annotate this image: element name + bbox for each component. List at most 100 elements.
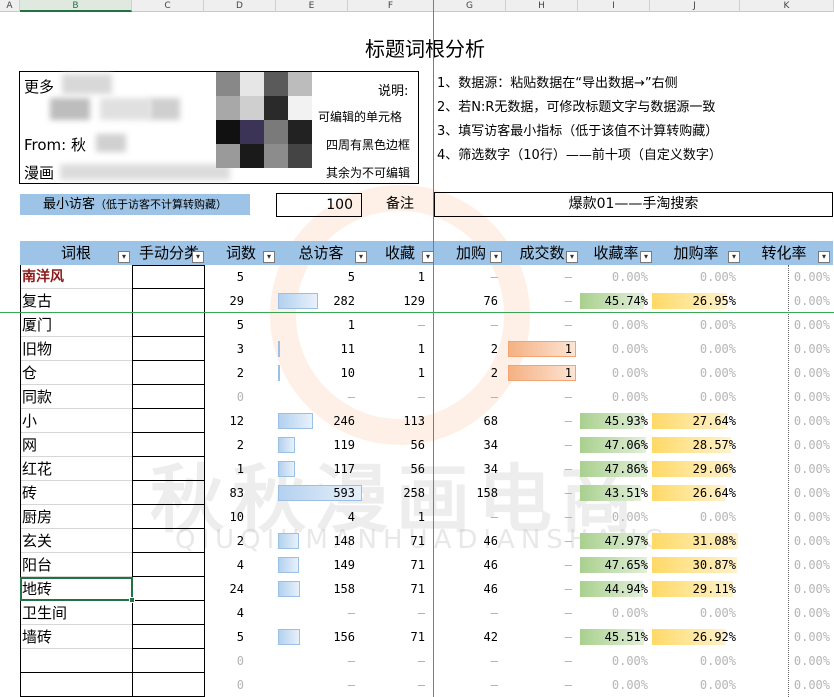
visitors-cell[interactable]: 156 xyxy=(333,625,355,649)
visitors-cell[interactable]: 10 xyxy=(341,361,355,385)
orders-cell[interactable]: – xyxy=(565,313,572,337)
fav-rate-cell[interactable]: 0.00% xyxy=(612,649,648,673)
manual-category-input[interactable] xyxy=(132,505,205,529)
favorites-cell[interactable]: 71 xyxy=(411,529,425,553)
conv-rate-cell[interactable]: 0.00% xyxy=(794,289,830,313)
remark-input[interactable]: 爆款01——手淘搜索 xyxy=(434,192,833,217)
column-letter-e[interactable]: E xyxy=(276,0,348,12)
column-letter-j[interactable]: J xyxy=(650,0,740,12)
cart-cell[interactable]: 46 xyxy=(484,529,498,553)
count-cell[interactable]: 29 xyxy=(230,289,244,313)
orders-cell[interactable]: – xyxy=(565,649,572,673)
conv-rate-cell[interactable]: 0.00% xyxy=(794,409,830,433)
fav-rate-cell[interactable]: 0.00% xyxy=(612,673,648,697)
fav-rate-cell[interactable]: 45.51% xyxy=(605,625,648,649)
filter-dropdown-icon[interactable]: ▾ xyxy=(728,251,740,263)
conv-rate-cell[interactable]: 0.00% xyxy=(794,385,830,409)
keyword-cell[interactable]: 仓 xyxy=(22,361,37,385)
orders-cell[interactable]: – xyxy=(565,505,572,529)
filter-dropdown-icon[interactable]: ▾ xyxy=(640,251,652,263)
keyword-cell[interactable]: 砖 xyxy=(22,481,37,505)
conv-rate-cell[interactable]: 0.00% xyxy=(794,577,830,601)
manual-category-input[interactable] xyxy=(132,673,205,697)
visitors-cell[interactable]: 1 xyxy=(348,313,355,337)
count-cell[interactable]: 10 xyxy=(230,505,244,529)
cart-rate-cell[interactable]: 29.06% xyxy=(693,457,736,481)
orders-cell[interactable]: – xyxy=(565,625,572,649)
cart-cell[interactable]: – xyxy=(491,601,498,625)
manual-category-input[interactable] xyxy=(132,409,205,433)
cart-rate-cell[interactable]: 31.08% xyxy=(693,529,736,553)
cart-cell[interactable]: 2 xyxy=(491,361,498,385)
count-cell[interactable]: 12 xyxy=(230,409,244,433)
min-visitor-input[interactable]: 100 xyxy=(276,193,362,217)
fav-rate-cell[interactable]: 0.00% xyxy=(612,265,648,289)
count-cell[interactable]: 24 xyxy=(230,577,244,601)
cart-rate-cell[interactable]: 0.00% xyxy=(700,601,736,625)
cart-cell[interactable]: – xyxy=(491,505,498,529)
favorites-cell[interactable]: 129 xyxy=(403,289,425,313)
count-cell[interactable]: 83 xyxy=(230,481,244,505)
filter-dropdown-icon[interactable]: ▾ xyxy=(490,251,502,263)
count-cell[interactable]: 4 xyxy=(237,601,244,625)
visitors-cell[interactable]: 282 xyxy=(333,289,355,313)
keyword-cell[interactable]: 同款 xyxy=(22,385,52,409)
count-cell[interactable]: 0 xyxy=(237,673,244,697)
visitors-cell[interactable]: 119 xyxy=(333,433,355,457)
column-letter-i[interactable]: I xyxy=(578,0,650,12)
keyword-cell[interactable]: 南洋风 xyxy=(22,265,64,289)
count-cell[interactable]: 2 xyxy=(237,529,244,553)
count-cell[interactable]: 5 xyxy=(237,265,244,289)
orders-cell[interactable]: – xyxy=(565,409,572,433)
favorites-cell[interactable]: – xyxy=(418,313,425,337)
cart-rate-cell[interactable]: 29.11% xyxy=(693,577,736,601)
manual-category-input[interactable] xyxy=(132,457,205,481)
favorites-cell[interactable]: 71 xyxy=(411,553,425,577)
conv-rate-cell[interactable]: 0.00% xyxy=(794,313,830,337)
cart-cell[interactable]: 34 xyxy=(484,457,498,481)
column-letter-g[interactable]: G xyxy=(434,0,506,12)
fav-rate-cell[interactable]: 47.65% xyxy=(605,553,648,577)
column-letter-b[interactable]: B xyxy=(20,0,132,12)
cart-rate-cell[interactable]: 0.00% xyxy=(700,361,736,385)
fav-rate-cell[interactable]: 0.00% xyxy=(612,601,648,625)
keyword-cell[interactable]: 红花 xyxy=(22,457,52,481)
fav-rate-cell[interactable]: 0.00% xyxy=(612,361,648,385)
fav-rate-cell[interactable]: 47.97% xyxy=(605,529,648,553)
count-cell[interactable]: 3 xyxy=(237,337,244,361)
favorites-cell[interactable]: 1 xyxy=(418,361,425,385)
column-letter-c[interactable]: C xyxy=(132,0,204,12)
conv-rate-cell[interactable]: 0.00% xyxy=(794,505,830,529)
count-cell[interactable]: 5 xyxy=(237,313,244,337)
column-letter-h[interactable]: H xyxy=(506,0,578,12)
favorites-cell[interactable]: – xyxy=(418,385,425,409)
visitors-cell[interactable]: 5 xyxy=(348,265,355,289)
manual-category-input[interactable] xyxy=(132,385,205,409)
visitors-cell[interactable]: – xyxy=(348,601,355,625)
cart-cell[interactable]: 68 xyxy=(484,409,498,433)
favorites-cell[interactable]: 56 xyxy=(411,457,425,481)
fill-handle[interactable] xyxy=(129,597,135,603)
conv-rate-cell[interactable]: 0.00% xyxy=(794,673,830,697)
cart-cell[interactable]: 46 xyxy=(484,553,498,577)
manual-category-input[interactable] xyxy=(132,553,205,577)
manual-category-input[interactable] xyxy=(132,577,205,601)
orders-cell[interactable]: – xyxy=(565,265,572,289)
visitors-cell[interactable]: 148 xyxy=(333,529,355,553)
visitors-cell[interactable]: 246 xyxy=(333,409,355,433)
keyword-cell[interactable]: 网 xyxy=(22,433,37,457)
favorites-cell[interactable]: – xyxy=(418,649,425,673)
conv-rate-cell[interactable]: 0.00% xyxy=(794,481,830,505)
cart-cell[interactable]: 42 xyxy=(484,625,498,649)
orders-cell[interactable]: – xyxy=(565,289,572,313)
favorites-cell[interactable]: 258 xyxy=(403,481,425,505)
cart-rate-cell[interactable]: 26.92% xyxy=(693,625,736,649)
favorites-cell[interactable]: – xyxy=(418,601,425,625)
visitors-cell[interactable]: 593 xyxy=(333,481,355,505)
filter-dropdown-icon[interactable]: ▾ xyxy=(118,251,130,263)
orders-cell[interactable]: – xyxy=(565,601,572,625)
manual-category-input[interactable] xyxy=(132,361,205,385)
cart-rate-cell[interactable]: 0.00% xyxy=(700,385,736,409)
manual-category-input[interactable] xyxy=(132,433,205,457)
conv-rate-cell[interactable]: 0.00% xyxy=(794,265,830,289)
